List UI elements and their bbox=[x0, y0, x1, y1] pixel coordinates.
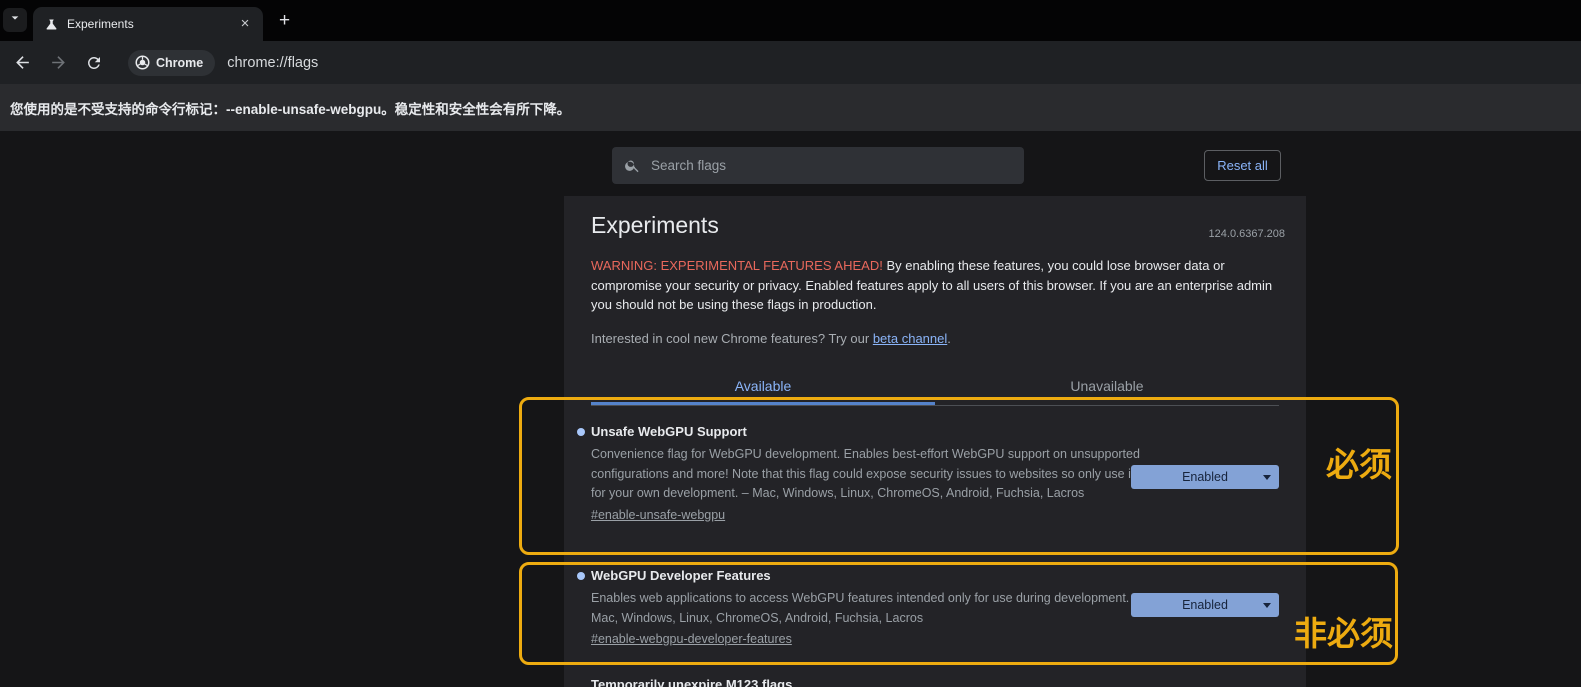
modified-flag-dot-icon bbox=[577, 428, 585, 436]
warning-lead: WARNING: EXPERIMENTAL FEATURES AHEAD! bbox=[591, 258, 883, 273]
flag-dropdown-value: Enabled bbox=[1182, 598, 1228, 612]
back-button[interactable] bbox=[6, 47, 38, 79]
tab-unavailable[interactable]: Unavailable bbox=[935, 378, 1279, 400]
page-title: Experiments bbox=[591, 212, 719, 239]
tab-search-button[interactable] bbox=[3, 8, 27, 32]
annotation-label-optional: 非必须 bbox=[1294, 607, 1393, 655]
flag-permalink[interactable]: #enable-webgpu-developer-features bbox=[591, 632, 792, 646]
forward-button[interactable] bbox=[42, 47, 74, 79]
browser-toolbar: Chrome chrome://flags bbox=[0, 41, 1581, 84]
address-bar-url[interactable]: chrome://flags bbox=[227, 55, 318, 71]
beta-channel-link[interactable]: beta channel bbox=[873, 331, 947, 346]
flag-row-webgpu-developer-features: WebGPU Developer Features Enables web ap… bbox=[591, 568, 1279, 648]
chrome-site-chip[interactable]: Chrome bbox=[128, 50, 215, 76]
tab-strip: Experiments × + bbox=[0, 0, 1581, 41]
back-arrow-icon bbox=[13, 53, 32, 72]
annotation-label-required: 必须 bbox=[1326, 438, 1392, 486]
unsupported-flag-infobar: 您使用的是不受支持的命令行标记：--enable-unsafe-webgpu。稳… bbox=[0, 84, 1581, 131]
flag-title: WebGPU Developer Features bbox=[591, 568, 1279, 584]
beta-suffix: . bbox=[947, 331, 951, 346]
flag-title: Unsafe WebGPU Support bbox=[591, 424, 1279, 440]
flag-dropdown[interactable]: Enabled bbox=[1131, 593, 1279, 617]
beta-prefix: Interested in cool new Chrome features? … bbox=[591, 331, 873, 346]
search-icon bbox=[624, 157, 641, 174]
browser-window: Experiments × + bbox=[0, 0, 1581, 687]
tabs-divider bbox=[591, 405, 1279, 406]
chevron-down-icon bbox=[1263, 603, 1271, 608]
chevron-down-icon bbox=[1263, 475, 1271, 480]
reload-icon bbox=[85, 54, 103, 72]
flag-dropdown-value: Enabled bbox=[1182, 470, 1228, 484]
flag-permalink[interactable]: #enable-unsafe-webgpu bbox=[591, 508, 725, 522]
flag-title: Temporarily unexpire M123 flags bbox=[591, 677, 1279, 687]
active-tab-indicator bbox=[591, 402, 935, 405]
experiments-panel: Experiments 124.0.6367.208 WARNING: EXPE… bbox=[564, 196, 1306, 687]
tab-title: Experiments bbox=[67, 17, 228, 31]
chrome-version: 124.0.6367.208 bbox=[1209, 228, 1285, 240]
flags-page: Reset all Experiments 124.0.6367.208 WAR… bbox=[0, 131, 1581, 687]
reset-all-button[interactable]: Reset all bbox=[1204, 150, 1281, 181]
warning-blurb: WARNING: EXPERIMENTAL FEATURES AHEAD! By… bbox=[591, 256, 1279, 315]
flag-row-unsafe-webgpu: Unsafe WebGPU Support Convenience flag f… bbox=[591, 424, 1279, 524]
infobar-message: 您使用的是不受支持的命令行标记：--enable-unsafe-webgpu。稳… bbox=[10, 98, 570, 118]
browser-tab-experiments[interactable]: Experiments × bbox=[33, 7, 263, 41]
reload-button[interactable] bbox=[78, 47, 110, 79]
flag-description: Convenience flag for WebGPU development.… bbox=[591, 445, 1141, 504]
beta-channel-line: Interested in cool new Chrome features? … bbox=[591, 331, 951, 346]
tab-available[interactable]: Available bbox=[591, 378, 935, 400]
chevron-down-icon bbox=[7, 10, 23, 31]
flag-description: Enables web applications to access WebGP… bbox=[591, 589, 1141, 628]
chrome-chip-label: Chrome bbox=[156, 56, 203, 70]
flask-icon bbox=[44, 17, 59, 32]
flag-row-unexpire-m123: Temporarily unexpire M123 flags bbox=[591, 677, 1279, 687]
modified-flag-dot-icon bbox=[577, 572, 585, 580]
flags-tabs: Available Unavailable bbox=[591, 378, 1279, 400]
new-tab-button[interactable]: + bbox=[272, 8, 297, 33]
flag-dropdown[interactable]: Enabled bbox=[1131, 465, 1279, 489]
tab-close-icon[interactable]: × bbox=[236, 15, 254, 33]
search-flags-input[interactable] bbox=[651, 158, 1012, 173]
chrome-logo-icon bbox=[135, 55, 150, 70]
forward-arrow-icon bbox=[49, 53, 68, 72]
search-flags-box[interactable] bbox=[612, 147, 1024, 184]
